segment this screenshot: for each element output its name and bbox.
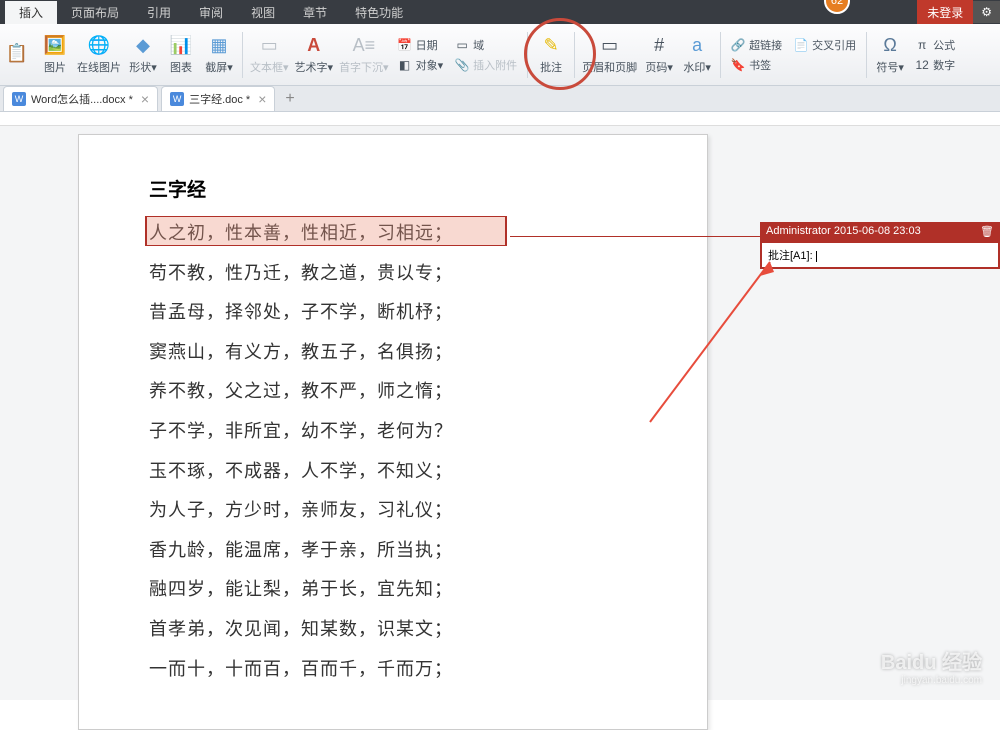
attachment-button[interactable]: 📎插入附件 [452,55,520,75]
document-workspace: 三字经 人之初，性本善，性相近，习相远； 苟不教，性乃迁，教之道，贵以专； 昔孟… [0,112,1000,700]
notification-badge[interactable]: 62 [824,0,850,14]
watermark-logo: Baidu 经验 jingyan.baidu.com [881,646,982,686]
doc-line[interactable]: 首孝弟，次见闻，知某数，识某文； [149,610,637,650]
object-button[interactable]: ◧对象▾ [395,55,447,75]
doc-line[interactable]: 昔孟母，择邻处，子不学，断机杼； [149,293,637,333]
ribbon-toolbar: 📋 🖼️图片 🌐在线图片 ◆形状▾ 📊图表 ▦截屏▾ ▭文本框▾ A艺术字▾ A… [0,24,1000,86]
settings-icon[interactable]: ⚙ [973,1,1000,23]
delete-comment-icon[interactable]: 🗑 [980,225,994,238]
hyperlink-button[interactable]: 🔗超链接 [728,35,785,55]
textbox-button: ▭文本框▾ [250,34,289,75]
close-icon[interactable]: × [141,91,149,107]
pi-icon: π [915,38,929,52]
selection-highlight [145,216,507,246]
equation-button[interactable]: π公式 [912,35,958,55]
number-button[interactable]: 12数字 [912,55,958,75]
crossref-icon: 📄 [794,38,808,52]
text-cursor [816,251,817,262]
watermark-button[interactable]: a水印▾ [681,34,713,75]
document-title: 三字经 [149,175,637,202]
doc-line[interactable]: 一而十，十而百，百而千，千而万； [149,650,637,690]
menu-tab-ref[interactable]: 引用 [133,1,185,24]
shapes-button[interactable]: ◆形状▾ [127,34,159,75]
wordart-button[interactable]: A艺术字▾ [295,34,334,75]
online-picture-button[interactable]: 🌐在线图片 [77,34,121,75]
doc-line[interactable]: 玉不琢，不成器，人不学，不知义； [149,452,637,492]
login-button[interactable]: 未登录 [917,0,973,25]
doc-line[interactable]: 为人子，方少时，亲师友，习礼仪； [149,491,637,531]
separator [574,32,575,78]
word-icon: W [12,92,26,106]
doc-tab-2[interactable]: W三字经.doc *× [161,86,275,111]
menu-tab-layout[interactable]: 页面布局 [57,1,133,24]
screenshot-button[interactable]: ▦截屏▾ [203,34,235,75]
field-icon: ▭ [455,38,469,52]
separator [242,32,243,78]
menu-tab-view[interactable]: 视图 [237,1,289,24]
menu-bar: 插入 页面布局 引用 审阅 视图 章节 特色功能 62 未登录 ⚙ [0,0,1000,24]
separator [866,32,867,78]
comment-connector [510,236,760,237]
symbol-button[interactable]: Ω符号▾ [874,34,906,75]
calendar-icon: 📅 [398,38,412,52]
menu-tab-chapter[interactable]: 章节 [289,1,341,24]
horizontal-ruler[interactable] [0,112,1000,126]
add-tab-button[interactable]: + [285,90,294,108]
chart-button[interactable]: 📊图表 [165,34,197,75]
document-page[interactable]: 三字经 人之初，性本善，性相近，习相远； 苟不教，性乃迁，教之道，贵以专； 昔孟… [78,134,708,730]
date-button[interactable]: 📅日期 [395,35,447,55]
comment-input[interactable]: 批注[A1]: [760,241,1000,269]
menu-tab-review[interactable]: 审阅 [185,1,237,24]
link-icon: 🔗 [731,38,745,52]
field-button[interactable]: ▭域 [452,35,520,55]
doc-line[interactable]: 养不教，父之过，教不严，师之惰； [149,372,637,412]
doc-line-highlighted[interactable]: 人之初，性本善，性相近，习相远； [149,214,637,254]
comment-pane: Administrator 2015-06-08 23:03 🗑 批注[A1]: [760,222,1000,269]
doc-line[interactable]: 苟不教，性乃迁，教之道，贵以专； [149,254,637,294]
comment-header: Administrator 2015-06-08 23:03 🗑 [760,222,1000,241]
doc-line[interactable]: 子不学，非所宜，幼不学，老何为？ [149,412,637,452]
menu-tab-insert[interactable]: 插入 [5,1,57,24]
bookmark-button[interactable]: 🔖书签 [728,55,785,75]
doc-line[interactable]: 香九龄，能温席，孝于亲，所当执； [149,531,637,571]
attachment-icon: 📎 [455,58,469,72]
bookmark-icon: 🔖 [731,58,745,72]
separator [527,32,528,78]
doc-line[interactable]: 融四岁，能让梨，弟于长，宜先知； [149,570,637,610]
close-icon[interactable]: × [258,91,266,107]
document-tabs: WWord怎么插....docx *× W三字经.doc *× + [0,86,1000,112]
object-icon: ◧ [398,58,412,72]
paste-button[interactable]: 📋 [1,42,33,67]
separator [720,32,721,78]
number-icon: 12 [915,58,929,72]
crossref-button[interactable]: 📄交叉引用 [791,35,859,55]
doc-line[interactable]: 窦燕山，有义方，教五子，名俱扬； [149,333,637,373]
menu-tab-special[interactable]: 特色功能 [341,1,417,24]
page-number-button[interactable]: #页码▾ [643,34,675,75]
header-footer-button[interactable]: ▭页眉和页脚 [582,34,637,75]
word-icon: W [170,92,184,106]
picture-button[interactable]: 🖼️图片 [39,34,71,75]
comment-button[interactable]: ✎批注 [535,34,567,75]
doc-tab-1[interactable]: WWord怎么插....docx *× [3,86,158,111]
dropcap-button: A≡首字下沉▾ [339,34,389,75]
